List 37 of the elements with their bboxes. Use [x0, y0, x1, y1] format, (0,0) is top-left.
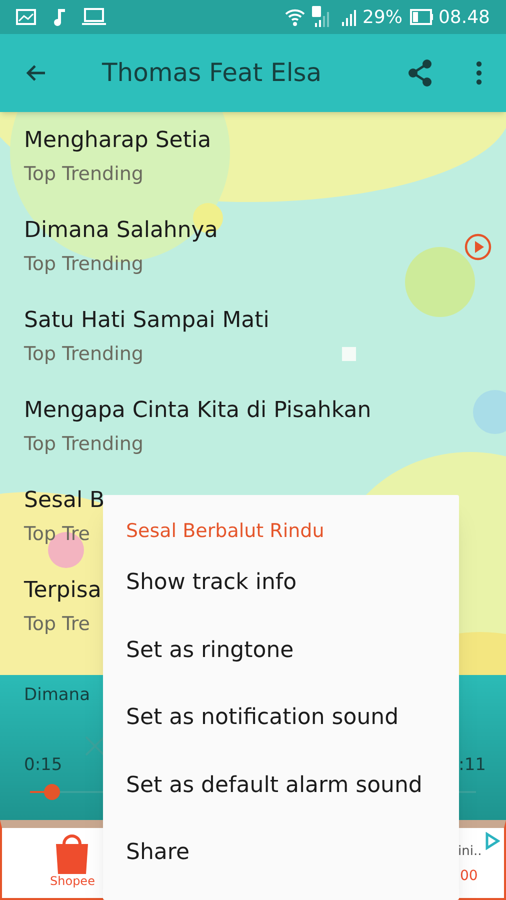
track-title[interactable]: Dimana Salahnya	[24, 216, 218, 246]
menu-item[interactable]: Set as notification sound	[103, 684, 459, 752]
menu-item[interactable]: Share	[103, 819, 459, 886]
track-subtitle: Top Trending	[24, 162, 144, 187]
track-title[interactable]: Terpisa	[24, 576, 102, 606]
track-subtitle: Top Trending	[24, 342, 144, 367]
ad-brand: Shopee	[50, 874, 95, 888]
elapsed-time: 0:15	[24, 754, 62, 776]
track-title[interactable]: Mengharap Setia	[24, 126, 212, 156]
wifi-icon	[284, 7, 306, 27]
menu-item[interactable]: Set as default alarm sound	[103, 752, 459, 819]
menu-item[interactable]: Set as ringtone	[103, 616, 459, 684]
menu-title: Sesal Berbalut Rindu	[126, 518, 324, 544]
music-note-icon	[52, 8, 66, 26]
ad-text: ini..	[458, 843, 482, 861]
total-time: :11	[458, 754, 486, 776]
image-icon	[16, 9, 36, 25]
ad-price: 00	[460, 867, 478, 886]
signal-icon	[340, 7, 358, 27]
track-title[interactable]: Satu Hati Sampai Mati	[24, 306, 270, 336]
battery-percent: 29%	[362, 6, 402, 30]
track-title[interactable]: Mengapa Cinta Kita di Pisahkan	[24, 396, 372, 426]
now-playing-title: Dimana	[24, 684, 91, 707]
play-icon[interactable]	[464, 233, 492, 261]
battery-icon	[410, 9, 434, 25]
seek-thumb[interactable]	[44, 784, 60, 800]
track-title[interactable]: Sesal B	[24, 486, 105, 516]
menu-item[interactable]: Show track info	[103, 549, 459, 616]
screen-title: Thomas Feat Elsa	[102, 57, 322, 90]
laptop-icon	[82, 8, 106, 26]
track-subtitle: Top Trending	[24, 252, 144, 277]
more-options-icon[interactable]	[476, 61, 482, 85]
track-subtitle: Top Trending	[24, 432, 144, 457]
track-subtitle: Top Tre	[24, 522, 90, 547]
clock: 08.48	[438, 6, 490, 30]
share-icon[interactable]	[406, 58, 434, 88]
track-subtitle: Top Tre	[24, 612, 90, 637]
